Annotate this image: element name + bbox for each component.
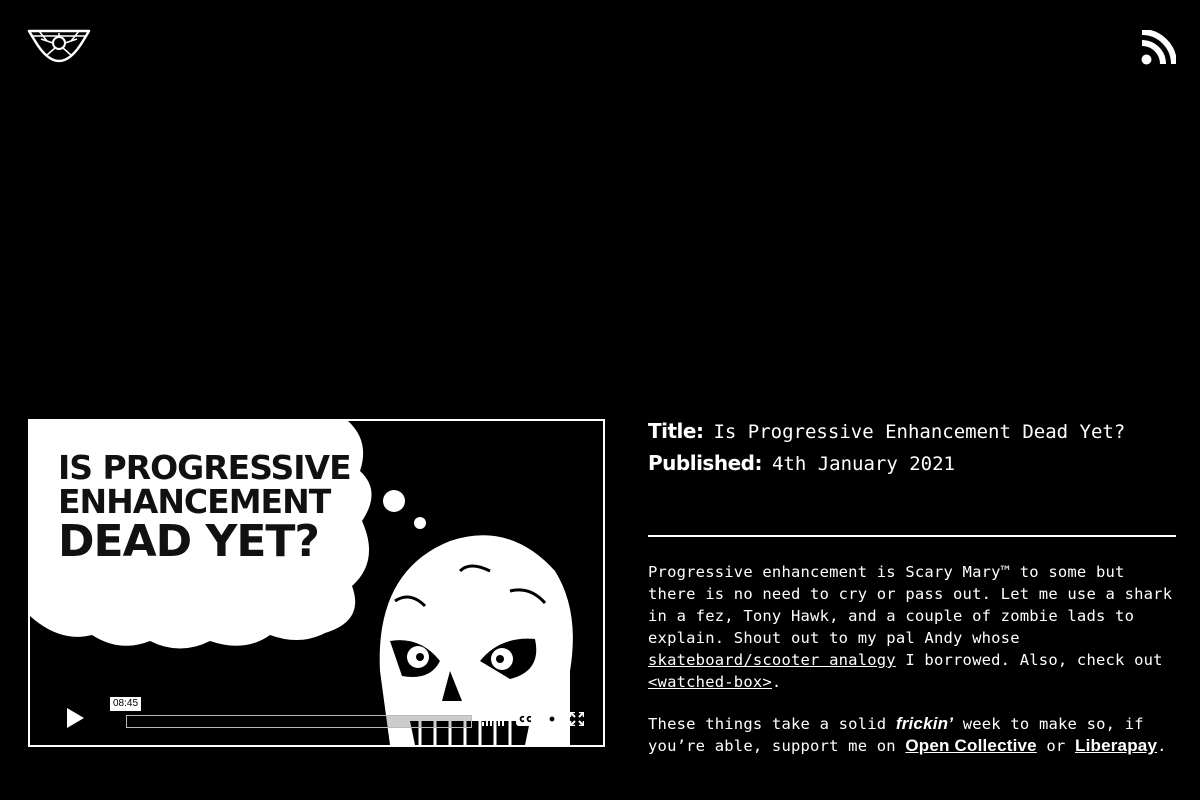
open-collective-link[interactable]: Open Collective <box>905 736 1036 755</box>
title-label: Title: <box>648 419 704 443</box>
description-text: or <box>1036 737 1075 755</box>
description-text: . <box>771 673 782 691</box>
description-text: These things take a solid <box>648 715 896 733</box>
video-controls: 08:45 <box>30 691 603 745</box>
title-row: Title: Is Progressive Enhancement Dead Ye… <box>648 418 1176 446</box>
published-value: 4th January 2021 <box>771 453 955 475</box>
watched-box-link[interactable]: <watched-box> <box>648 673 772 691</box>
emphasis-text: frickin’ <box>895 714 954 733</box>
video-poster-title: IS PROGRESSIVE ENHANCEMENT DEAD YET? <box>58 451 358 565</box>
description-text: . <box>1157 737 1167 755</box>
volume-icon[interactable] <box>482 710 506 726</box>
divider <box>648 535 1176 537</box>
liberapay-link[interactable]: Liberapay <box>1075 736 1157 755</box>
time-tooltip: 08:45 <box>110 697 142 711</box>
site-logo-icon[interactable] <box>27 27 91 63</box>
published-label: Published: <box>648 451 762 475</box>
description-text: Progressive enhancement is Scary Mary™ t… <box>648 563 1173 647</box>
video-meta: Title: Is Progressive Enhancement Dead Ye… <box>648 418 1176 482</box>
fullscreen-icon[interactable] <box>570 712 584 726</box>
title-value: Is Progressive Enhancement Dead Yet? <box>713 421 1126 443</box>
settings-gear-icon[interactable] <box>543 710 561 728</box>
skateboard-analogy-link[interactable]: skateboard/scooter analogy <box>648 651 896 669</box>
poster-line-3: DEAD YET? <box>58 516 320 568</box>
description-paragraph-2: These things take a solid frickin’ week … <box>648 713 1178 757</box>
description-text: I borrowed. Also, check out <box>895 651 1163 669</box>
published-row: Published: 4th January 2021 <box>648 450 1176 478</box>
poster-line-1: IS PROGRESSIVE <box>58 448 352 487</box>
poster-line-2: ENHANCEMENT <box>58 481 331 521</box>
progress-bar[interactable] <box>126 715 472 728</box>
description-paragraph-1: Progressive enhancement is Scary Mary™ t… <box>648 561 1178 693</box>
video-description: Progressive enhancement is Scary Mary™ t… <box>648 561 1178 777</box>
closed-captions-icon[interactable] <box>516 712 536 726</box>
video-player[interactable]: IS PROGRESSIVE ENHANCEMENT DEAD YET? 08:… <box>28 419 605 747</box>
play-icon[interactable] <box>64 707 86 729</box>
rss-feed-icon[interactable] <box>1141 30 1176 65</box>
